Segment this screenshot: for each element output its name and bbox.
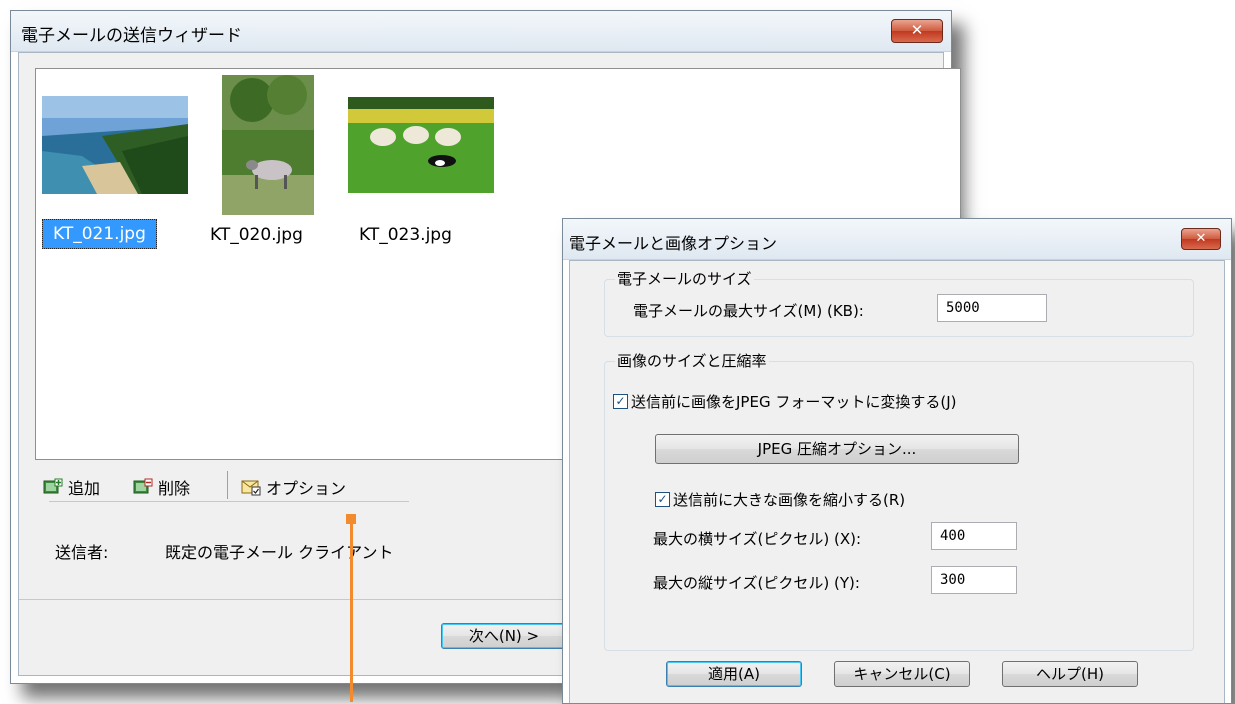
delete-image-icon xyxy=(133,478,153,494)
convert-jpeg-checkbox[interactable]: ✓ xyxy=(613,394,628,409)
options-close-button[interactable]: ✕ xyxy=(1181,228,1221,250)
convert-jpeg-label[interactable]: 送信前に画像をJPEG フォーマットに変換する(J) xyxy=(631,391,956,412)
thumbnail-image-sheep[interactable] xyxy=(348,97,494,193)
thumbnail-caption-1[interactable]: KT_021.jpg xyxy=(42,219,157,249)
sender-label: 送信者: xyxy=(55,543,109,562)
thumbnail-image-coast[interactable] xyxy=(42,96,188,194)
shrink-images-label[interactable]: 送信前に大きな画像を縮小する(R) xyxy=(673,489,905,510)
email-size-group: 電子メールのサイズ 電子メールの最大サイズ(M) (KB): 5000 xyxy=(604,268,1194,337)
options-button[interactable]: オプション xyxy=(241,475,346,499)
email-size-group-label: 電子メールのサイズ xyxy=(615,268,754,289)
delete-button[interactable]: 削除 xyxy=(133,475,190,499)
next-button[interactable]: 次へ(N) > xyxy=(441,623,567,649)
add-button[interactable]: 追加 xyxy=(43,475,100,499)
delete-label: 削除 xyxy=(158,479,191,498)
thumbnail-caption-3[interactable]: KT_023.jpg xyxy=(359,225,452,245)
toolbar-separator xyxy=(227,471,228,499)
max-width-label: 最大の横サイズ(ピクセル) (X): xyxy=(653,530,862,548)
max-email-size-input[interactable]: 5000 xyxy=(937,294,1047,322)
thumbnail-image-lamb[interactable] xyxy=(222,75,314,215)
options-title: 電子メールと画像オプション xyxy=(569,234,778,253)
max-height-input[interactable]: 300 xyxy=(931,566,1017,594)
shrink-images-checkbox[interactable]: ✓ xyxy=(655,492,670,507)
sender-value: 既定の電子メール クライアント xyxy=(165,543,394,562)
options-titlebar: 電子メールと画像オプション ✕ xyxy=(563,219,1231,260)
max-email-size-label: 電子メールの最大サイズ(M) (KB): xyxy=(633,302,864,320)
annotation-marker-top xyxy=(346,514,356,524)
wizard-titlebar: 電子メールの送信ウィザード ✕ xyxy=(11,11,951,52)
options-body: 電子メールのサイズ 電子メールの最大サイズ(M) (KB): 5000 画像のサ… xyxy=(569,260,1225,703)
toolbar-underline xyxy=(49,501,409,502)
annotation-line xyxy=(350,518,353,702)
options-label: オプション xyxy=(266,479,347,498)
cancel-button[interactable]: キャンセル(C) xyxy=(834,661,970,687)
wizard-title: 電子メールの送信ウィザード xyxy=(21,26,242,46)
add-image-icon xyxy=(43,478,63,494)
wizard-close-button[interactable]: ✕ xyxy=(891,19,943,43)
max-height-label: 最大の縦サイズ(ピクセル) (Y): xyxy=(653,574,860,592)
thumbnail-caption-2[interactable]: KT_020.jpg xyxy=(210,225,303,245)
image-compression-group: 画像のサイズと圧縮率 ✓ 送信前に画像をJPEG フォーマットに変換する(J) … xyxy=(604,350,1194,651)
jpeg-compression-options-button[interactable]: JPEG 圧縮オプション... xyxy=(655,434,1019,464)
help-button[interactable]: ヘルプ(H) xyxy=(1002,661,1138,687)
email-image-options-dialog: 電子メールと画像オプション ✕ 電子メールのサイズ 電子メールの最大サイズ(M)… xyxy=(562,218,1232,704)
mail-options-icon xyxy=(241,480,261,496)
image-compression-group-label: 画像のサイズと圧縮率 xyxy=(615,350,769,371)
add-label: 追加 xyxy=(68,479,101,498)
apply-button[interactable]: 適用(A) xyxy=(666,661,802,687)
max-width-input[interactable]: 400 xyxy=(931,522,1017,550)
